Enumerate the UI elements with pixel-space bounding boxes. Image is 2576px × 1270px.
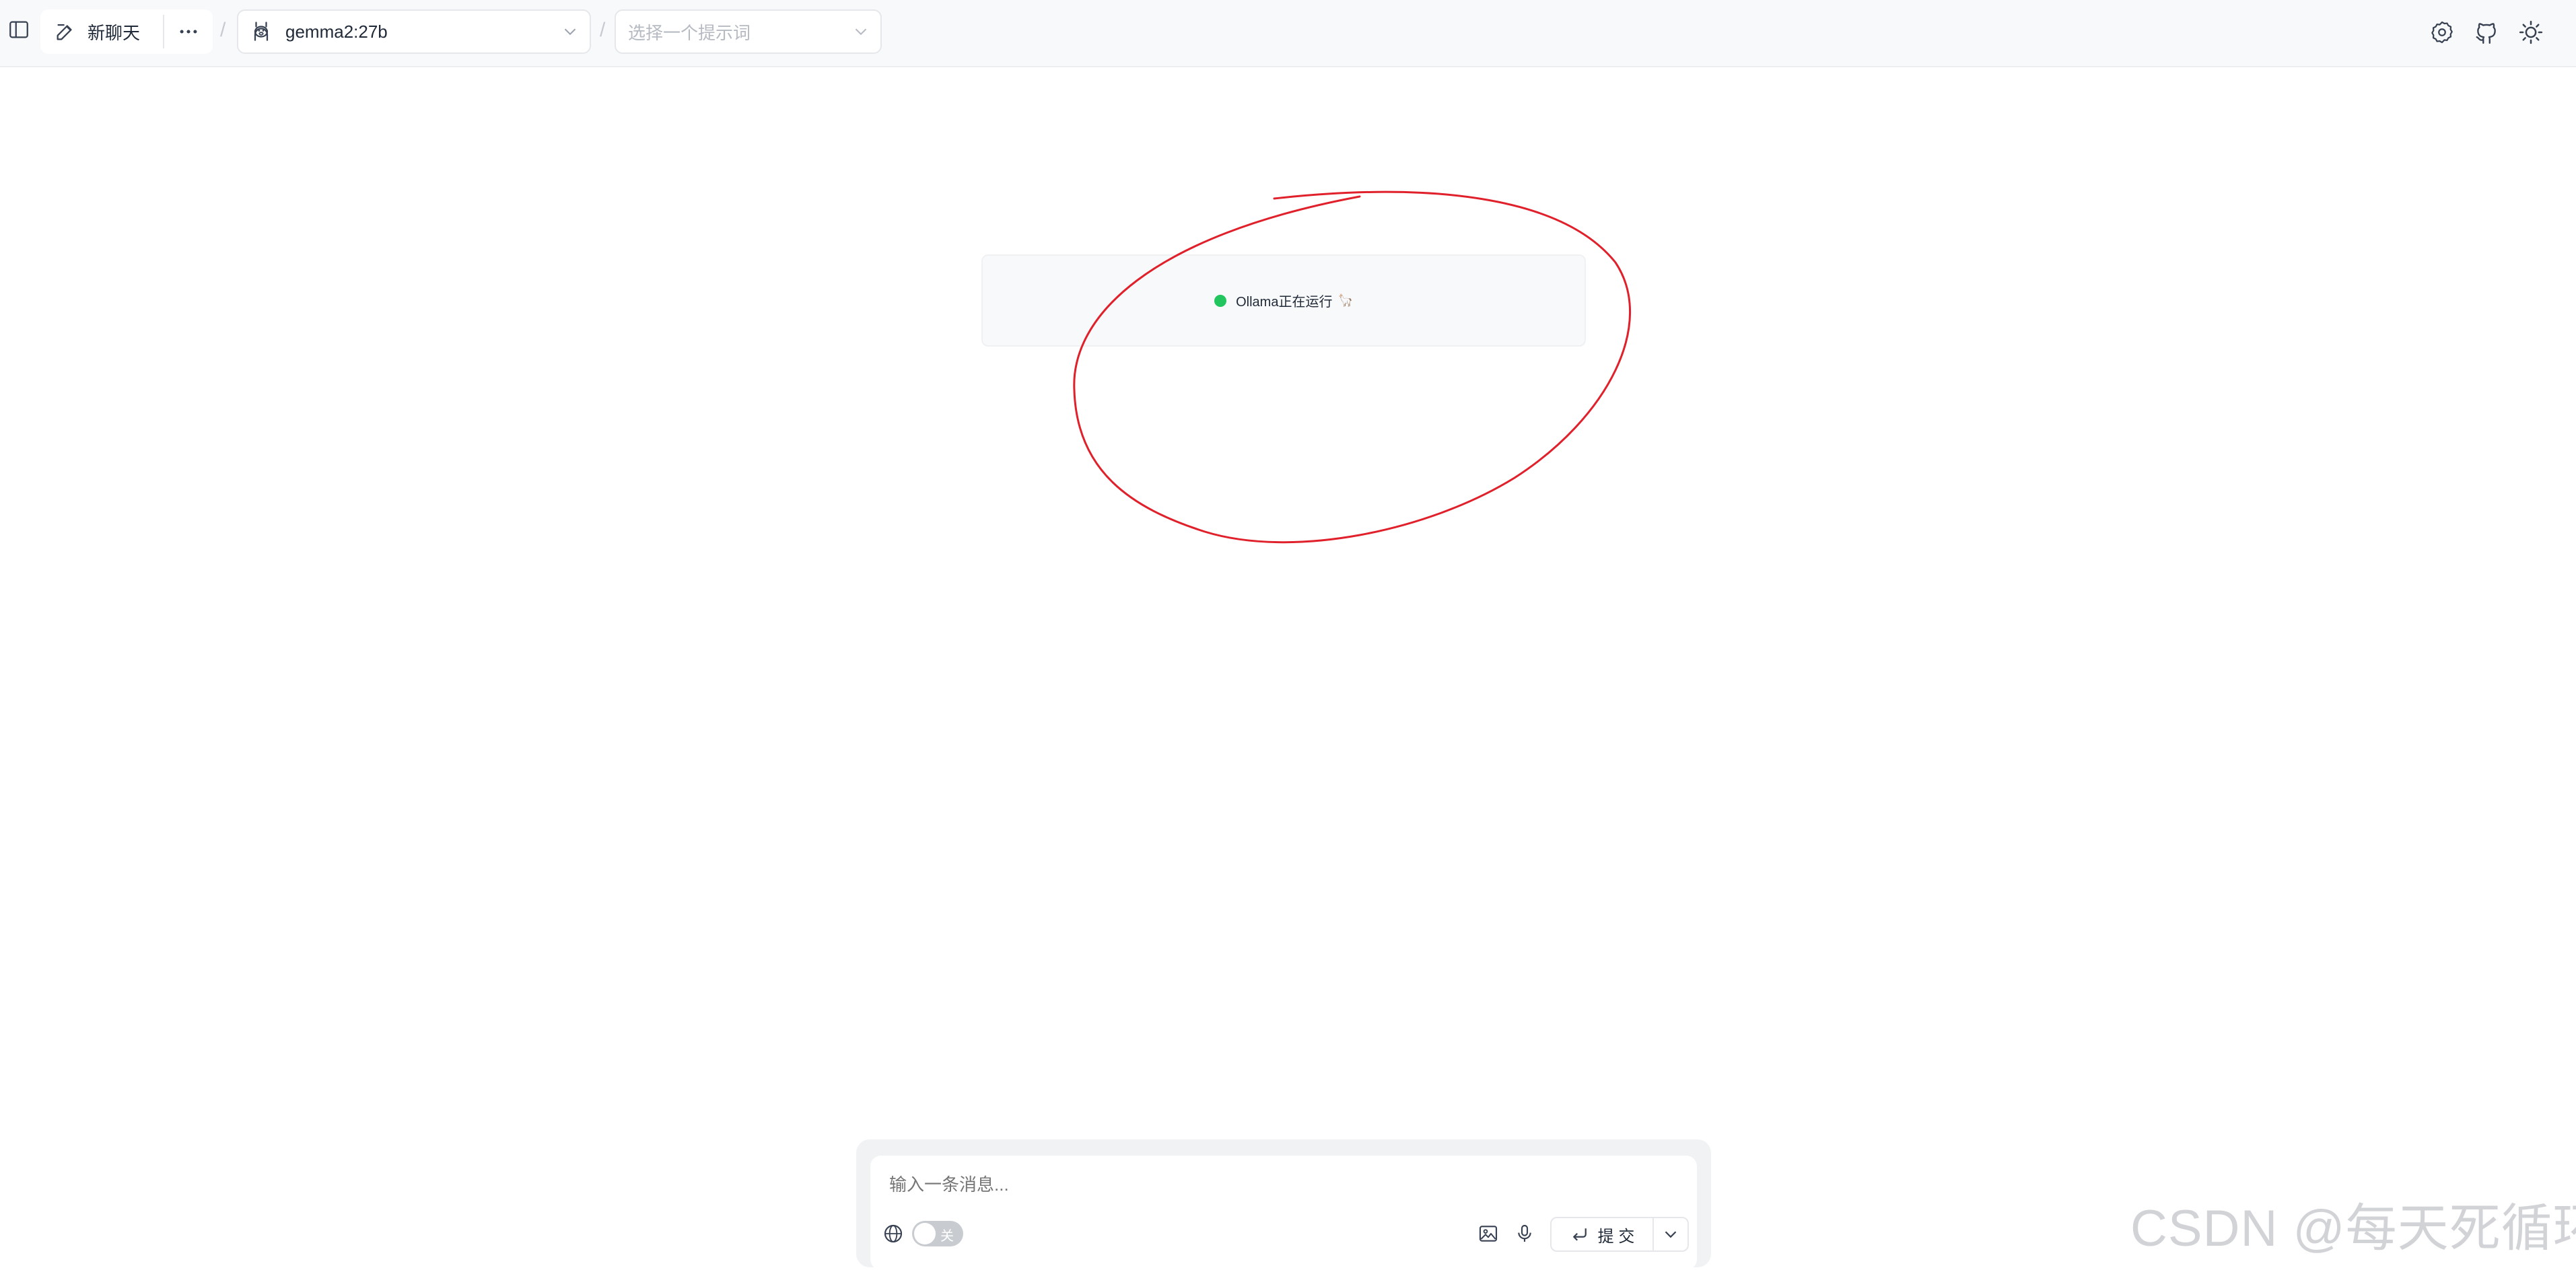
submit-options-button[interactable] (1654, 1218, 1687, 1250)
settings-button[interactable] (2426, 16, 2458, 48)
toggle-label: 关 (940, 1229, 954, 1244)
web-search-toggle[interactable]: 关 (912, 1221, 963, 1246)
breadcrumb-separator: / (600, 19, 606, 41)
enter-icon (1572, 1228, 1587, 1241)
image-icon (1479, 1226, 1498, 1242)
model-selector[interactable]: gemma2:27b (237, 9, 591, 54)
llama-icon (254, 22, 269, 41)
theme-button[interactable] (2515, 16, 2547, 48)
github-button[interactable] (2470, 16, 2503, 48)
model-name: gemma2:27b (285, 21, 388, 42)
submit-group: 提 交 (1550, 1217, 1689, 1252)
microphone-icon (1518, 1224, 1531, 1242)
top-bar: 新聊天 / gemma2:27b / 选择一个提示词 (0, 0, 2576, 67)
watermark: CSDN @每天死循环 (2130, 1200, 2576, 1257)
prompt-selector[interactable]: 选择一个提示词 (615, 9, 882, 54)
github-icon (2476, 23, 2496, 44)
voice-input-button[interactable] (1512, 1222, 1537, 1246)
new-chat-label: 新聊天 (88, 22, 141, 43)
edit-icon (57, 24, 72, 40)
submit-button[interactable]: 提 交 (1552, 1218, 1652, 1250)
submit-label: 提 交 (1597, 1227, 1635, 1246)
chevron-down-icon (855, 28, 867, 36)
sidebar-toggle-button[interactable] (3, 13, 35, 46)
chat-actions-group: 新聊天 (40, 9, 213, 54)
toggle-knob (914, 1223, 936, 1244)
new-chat-button[interactable]: 新聊天 (42, 11, 162, 52)
annotation-circle (1073, 190, 1632, 544)
sidebar-toggle-icon (9, 21, 28, 38)
breadcrumb-separator: / (220, 19, 226, 41)
composer: 关 提 交 (870, 1156, 1697, 1270)
chevron-down-icon (564, 28, 576, 36)
more-button[interactable] (164, 11, 213, 52)
globe-icon (884, 1224, 903, 1243)
message-input[interactable] (888, 1170, 1671, 1199)
more-icon (180, 30, 197, 34)
sun-icon (2519, 20, 2543, 44)
chevron-down-icon (1665, 1231, 1677, 1238)
upload-image-button[interactable] (1476, 1222, 1500, 1246)
gear-icon (2431, 21, 2453, 44)
web-search-button[interactable] (881, 1222, 905, 1246)
prompt-placeholder: 选择一个提示词 (628, 22, 751, 43)
